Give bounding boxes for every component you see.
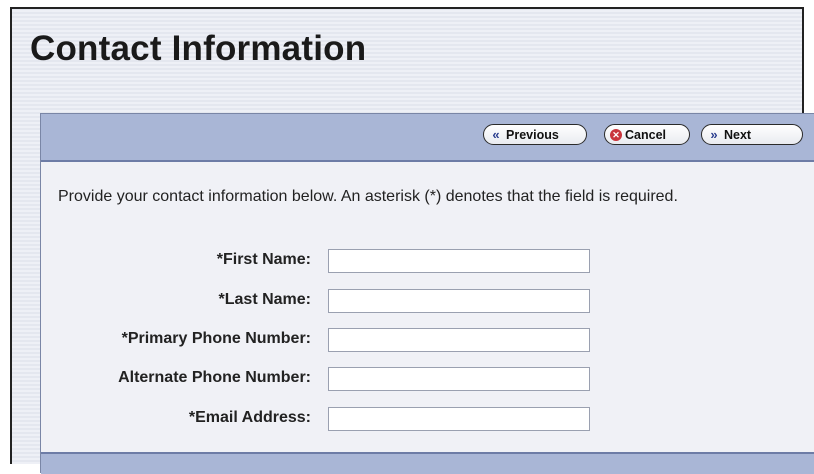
first-name-label: *First Name: [216,251,311,268]
form-row-primary-phone: *Primary Phone Number: [41,328,814,352]
previous-button-label: Previous [506,127,559,142]
form-content: Provide your contact information below. … [41,162,814,452]
next-button[interactable]: » Next [701,124,803,145]
primary-phone-field[interactable] [328,328,590,352]
form-row-last-name: *Last Name: [41,289,814,313]
alternate-phone-label: Alternate Phone Number: [118,369,311,386]
wizard-toolbar: « Previous ✕ Cancel » Next [41,114,814,162]
last-name-field[interactable] [328,289,590,313]
cancel-button[interactable]: ✕ Cancel [604,124,690,145]
next-button-label: Next [724,127,752,142]
bottom-toolbar [41,452,814,474]
cancel-button-label: Cancel [625,127,666,142]
first-name-field[interactable] [328,249,590,273]
intro-text: Provide your contact information below. … [58,188,678,205]
form-row-email: *Email Address: [41,407,814,431]
primary-phone-label: *Primary Phone Number: [121,330,311,347]
window-frame: Contact Information « Previous ✕ Cancel … [10,7,814,474]
alternate-phone-field[interactable] [328,367,590,391]
last-name-label: *Last Name: [218,291,311,308]
form-row-alternate-phone: Alternate Phone Number: [41,367,814,391]
cancel-x-icon: ✕ [610,128,622,141]
email-address-label: *Email Address: [188,409,311,426]
double-chevron-left-icon: « [492,127,500,142]
double-chevron-right-icon: » [710,127,718,142]
form-row-first-name: *First Name: [41,249,814,273]
contact-panel: « Previous ✕ Cancel » Next Provide your … [40,113,814,474]
email-address-field[interactable] [328,407,590,431]
page-title: Contact Information [30,29,367,68]
previous-button[interactable]: « Previous [483,124,587,145]
